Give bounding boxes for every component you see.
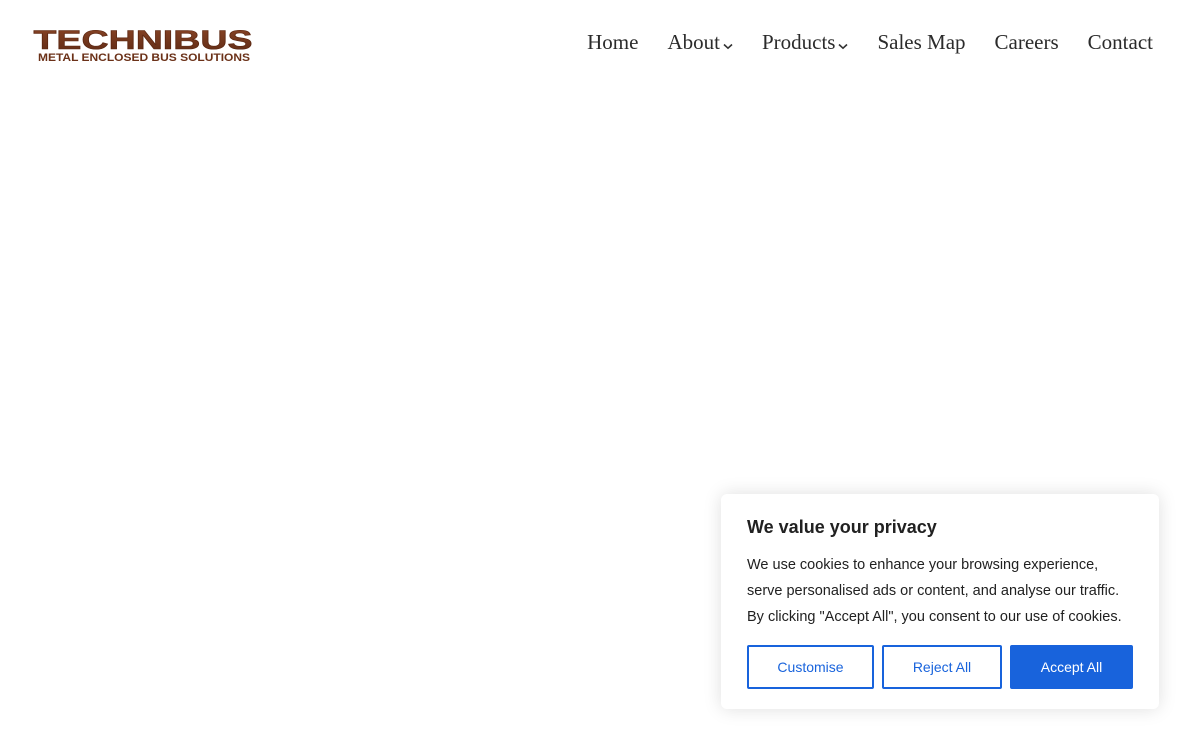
nav-item-label: Home: [587, 29, 639, 54]
nav-item-label: Products: [761, 29, 836, 54]
logo-tagline: METAL ENCLOSED BUS SOLUTIONS: [38, 52, 250, 64]
nav-item-contact[interactable]: Contact: [1088, 30, 1153, 55]
nav-item-home[interactable]: Home: [587, 30, 638, 55]
nav-item-label: About: [667, 29, 720, 54]
cookie-description: We use cookies to enhance your browsing …: [747, 557, 1122, 625]
nav-item-label: Careers: [994, 29, 1059, 54]
reject-all-button[interactable]: Reject All: [882, 645, 1002, 689]
cookie-button-row: Customise Reject All Accept All: [747, 645, 1133, 689]
customise-button[interactable]: Customise: [747, 645, 874, 689]
accept-all-button[interactable]: Accept All: [1010, 645, 1133, 689]
logo-graphic: TECHNIBUS METAL ENCLOSED BUS SOLUTIONS: [33, 25, 253, 64]
nav-item-products[interactable]: Products: [762, 29, 849, 56]
page: TECHNIBUS METAL ENCLOSED BUS SOLUTIONS H…: [0, 0, 1200, 750]
logo-wordmark: TECHNIBUS: [34, 25, 253, 55]
chevron-down-icon: [838, 31, 848, 56]
nav-item-label: Contact: [1087, 29, 1153, 54]
main-nav: Home About Products Sales Map Careers Co…: [587, 28, 1153, 56]
nav-item-label: Sales Map: [877, 29, 966, 54]
chevron-down-icon: [723, 31, 733, 56]
cookie-title: We value your privacy: [747, 517, 937, 537]
technibus-logo[interactable]: TECHNIBUS METAL ENCLOSED BUS SOLUTIONS: [33, 25, 255, 65]
nav-item-sales-map[interactable]: Sales Map: [877, 30, 965, 55]
cookie-consent-banner: We value your privacy We use cookies to …: [721, 494, 1159, 709]
nav-item-about[interactable]: About: [667, 29, 733, 56]
nav-item-careers[interactable]: Careers: [995, 30, 1059, 55]
